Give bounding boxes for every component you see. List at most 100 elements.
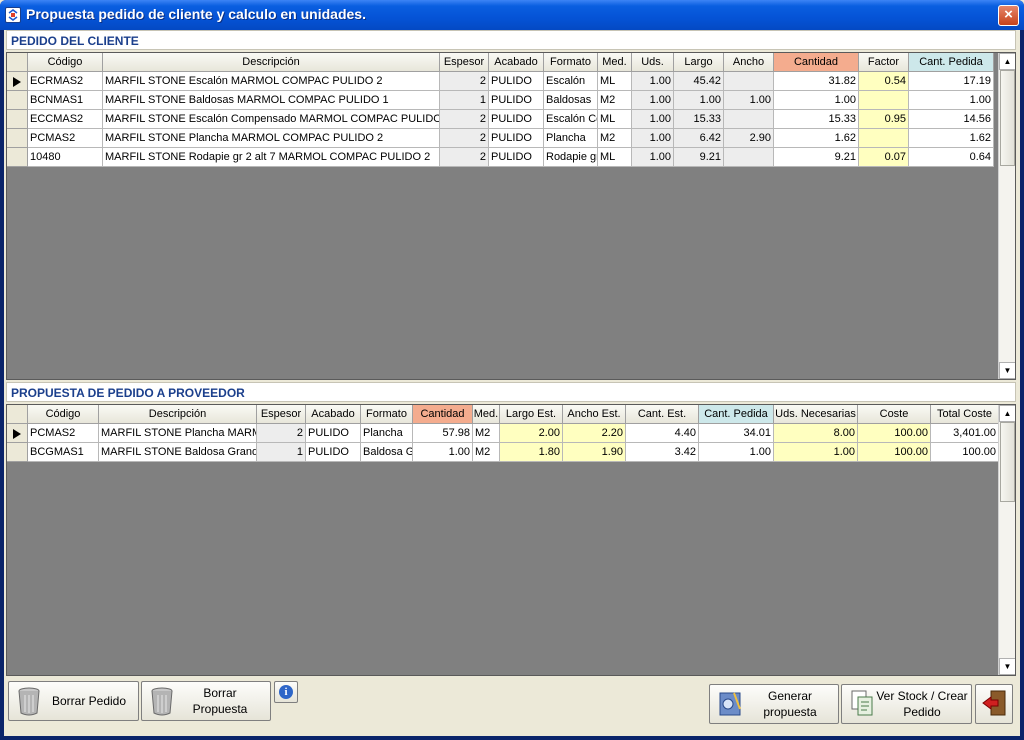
propuesta-cell[interactable]: 1.00 [774,443,858,462]
pedido-cell[interactable]: Escalón [544,72,598,91]
pedido-cell[interactable]: Plancha [544,129,598,148]
propuesta-cell[interactable]: 57.98 [413,424,473,443]
propuesta-col-header[interactable]: Cant. Est. [626,405,699,424]
close-button[interactable]: × [998,5,1019,26]
scroll-up-icon[interactable]: ▲ [999,53,1015,70]
pedido-col-header[interactable]: Factor [859,53,909,72]
pedido-cell[interactable]: ECCMAS2 [28,110,103,129]
pedido-col-header[interactable]: Med. [598,53,632,72]
pedido-cell[interactable]: 9.21 [674,148,724,167]
row-indicator[interactable] [7,443,28,462]
propuesta-cell[interactable]: 34.01 [699,424,774,443]
propuesta-cell[interactable]: Baldosa G [361,443,413,462]
pedido-cell[interactable]: 2 [440,148,489,167]
pedido-cell[interactable]: 10480 [28,148,103,167]
propuesta-cell[interactable]: 1.90 [563,443,626,462]
pedido-table-row[interactable]: ECCMAS2 MARFIL STONE Escalón Compensado M… [7,110,994,129]
info-button[interactable]: i [274,681,298,703]
propuesta-cell[interactable]: 3,401.00 [931,424,999,443]
row-indicator[interactable] [7,148,28,167]
pedido-cell[interactable]: MARFIL STONE Escalón MARMOL COMPAC PULID… [103,72,440,91]
pedido-scrollbar[interactable]: ▲ ▼ [998,53,1015,379]
propuesta-cell[interactable]: PCMAS2 [28,424,99,443]
pedido-cell[interactable]: 1.00 [632,148,674,167]
propuesta-col-header[interactable]: Cantidad [413,405,473,424]
pedido-cell[interactable]: 9.21 [774,148,859,167]
pedido-cell[interactable] [724,110,774,129]
propuesta-cell[interactable]: 100.00 [931,443,999,462]
pedido-cell[interactable]: PCMAS2 [28,129,103,148]
propuesta-col-header[interactable]: Cant. Pedida [699,405,774,424]
scroll-thumb[interactable] [1000,422,1015,502]
pedido-cell[interactable]: 1.62 [774,129,859,148]
propuesta-cell[interactable]: BCGMAS1 [28,443,99,462]
pedido-cell[interactable]: 2 [440,129,489,148]
propuesta-cell[interactable]: 3.42 [626,443,699,462]
pedido-cell[interactable]: 1.00 [632,91,674,110]
propuesta-cell[interactable]: 2.00 [500,424,563,443]
pedido-cell[interactable]: 31.82 [774,72,859,91]
propuesta-cell[interactable]: M2 [473,424,500,443]
pedido-cell[interactable]: M2 [598,91,632,110]
generar-propuesta-button[interactable]: Generar propuesta [709,684,839,724]
pedido-cell[interactable]: PULIDO [489,148,544,167]
pedido-cell[interactable]: PULIDO [489,72,544,91]
borrar-propuesta-button[interactable]: Borrar Propuesta [141,681,271,721]
propuesta-col-header[interactable]: Uds. Necesarias [774,405,858,424]
propuesta-col-header[interactable]: Ancho Est. [563,405,626,424]
pedido-cell[interactable]: 2.90 [724,129,774,148]
pedido-cell[interactable]: M2 [598,129,632,148]
scroll-up-icon[interactable]: ▲ [999,405,1015,422]
pedido-cell[interactable]: 0.95 [859,110,909,129]
exit-button[interactable] [975,684,1013,724]
pedido-cell[interactable]: MARFIL STONE Escalón Compensado MARMOL C… [103,110,440,129]
title-bar[interactable]: Propuesta pedido de cliente y calculo en… [0,0,1024,30]
propuesta-cell[interactable]: 2.20 [563,424,626,443]
propuesta-cell[interactable]: MARFIL STONE Plancha MARMC [99,424,257,443]
propuesta-col-header[interactable]: Coste [858,405,931,424]
row-indicator[interactable] [7,129,28,148]
propuesta-cell[interactable]: 4.40 [626,424,699,443]
scroll-down-icon[interactable]: ▼ [999,658,1015,675]
propuesta-cell[interactable]: 1.80 [500,443,563,462]
pedido-cell[interactable]: 0.64 [909,148,994,167]
pedido-cell[interactable]: 1.00 [909,91,994,110]
pedido-cell[interactable]: 2 [440,72,489,91]
scroll-down-icon[interactable]: ▼ [999,362,1015,379]
pedido-grid[interactable]: Código Descripción Espesor Acabado Formato Me… [6,52,1016,380]
pedido-cell[interactable] [724,72,774,91]
propuesta-col-header[interactable]: Formato [361,405,413,424]
propuesta-col-header[interactable]: Descripción [99,405,257,424]
propuesta-cell[interactable]: PULIDO [306,424,361,443]
propuesta-cell[interactable]: 100.00 [858,424,931,443]
pedido-table-row[interactable]: BCNMAS1 MARFIL STONE Baldosas MARMOL COMP… [7,91,994,110]
pedido-col-header[interactable]: Cantidad [774,53,859,72]
pedido-col-header[interactable]: Código [28,53,103,72]
pedido-table-row[interactable]: 10480 MARFIL STONE Rodapie gr 2 alt 7 MAR… [7,148,994,167]
pedido-cell[interactable]: 1.62 [909,129,994,148]
pedido-cell[interactable]: 1.00 [632,72,674,91]
propuesta-cell[interactable]: Plancha [361,424,413,443]
pedido-cell[interactable]: 17.19 [909,72,994,91]
propuesta-col-header[interactable]: Código [28,405,99,424]
pedido-cell[interactable]: PULIDO [489,110,544,129]
pedido-col-header[interactable]: Ancho [724,53,774,72]
pedido-col-header[interactable]: Acabado [489,53,544,72]
propuesta-table-row[interactable]: BCGMAS1 MARFIL STONE Baldosa Grande 1 PULID… [7,443,999,462]
propuesta-cell[interactable]: 1.00 [699,443,774,462]
propuesta-col-header[interactable]: Med. [473,405,500,424]
pedido-cell[interactable]: ML [598,148,632,167]
pedido-cell[interactable]: ML [598,110,632,129]
pedido-cell[interactable]: Escalón Cc [544,110,598,129]
propuesta-cell[interactable]: 1.00 [413,443,473,462]
pedido-cell[interactable]: PULIDO [489,91,544,110]
propuesta-cell[interactable]: 2 [257,424,306,443]
pedido-cell[interactable] [859,129,909,148]
propuesta-cell[interactable]: 1 [257,443,306,462]
pedido-cell[interactable]: 1.00 [724,91,774,110]
propuesta-col-header[interactable]: Acabado [306,405,361,424]
current-row-arrow-icon[interactable] [7,424,28,443]
pedido-cell[interactable]: 14.56 [909,110,994,129]
pedido-cell[interactable]: 6.42 [674,129,724,148]
pedido-col-header[interactable]: Largo [674,53,724,72]
